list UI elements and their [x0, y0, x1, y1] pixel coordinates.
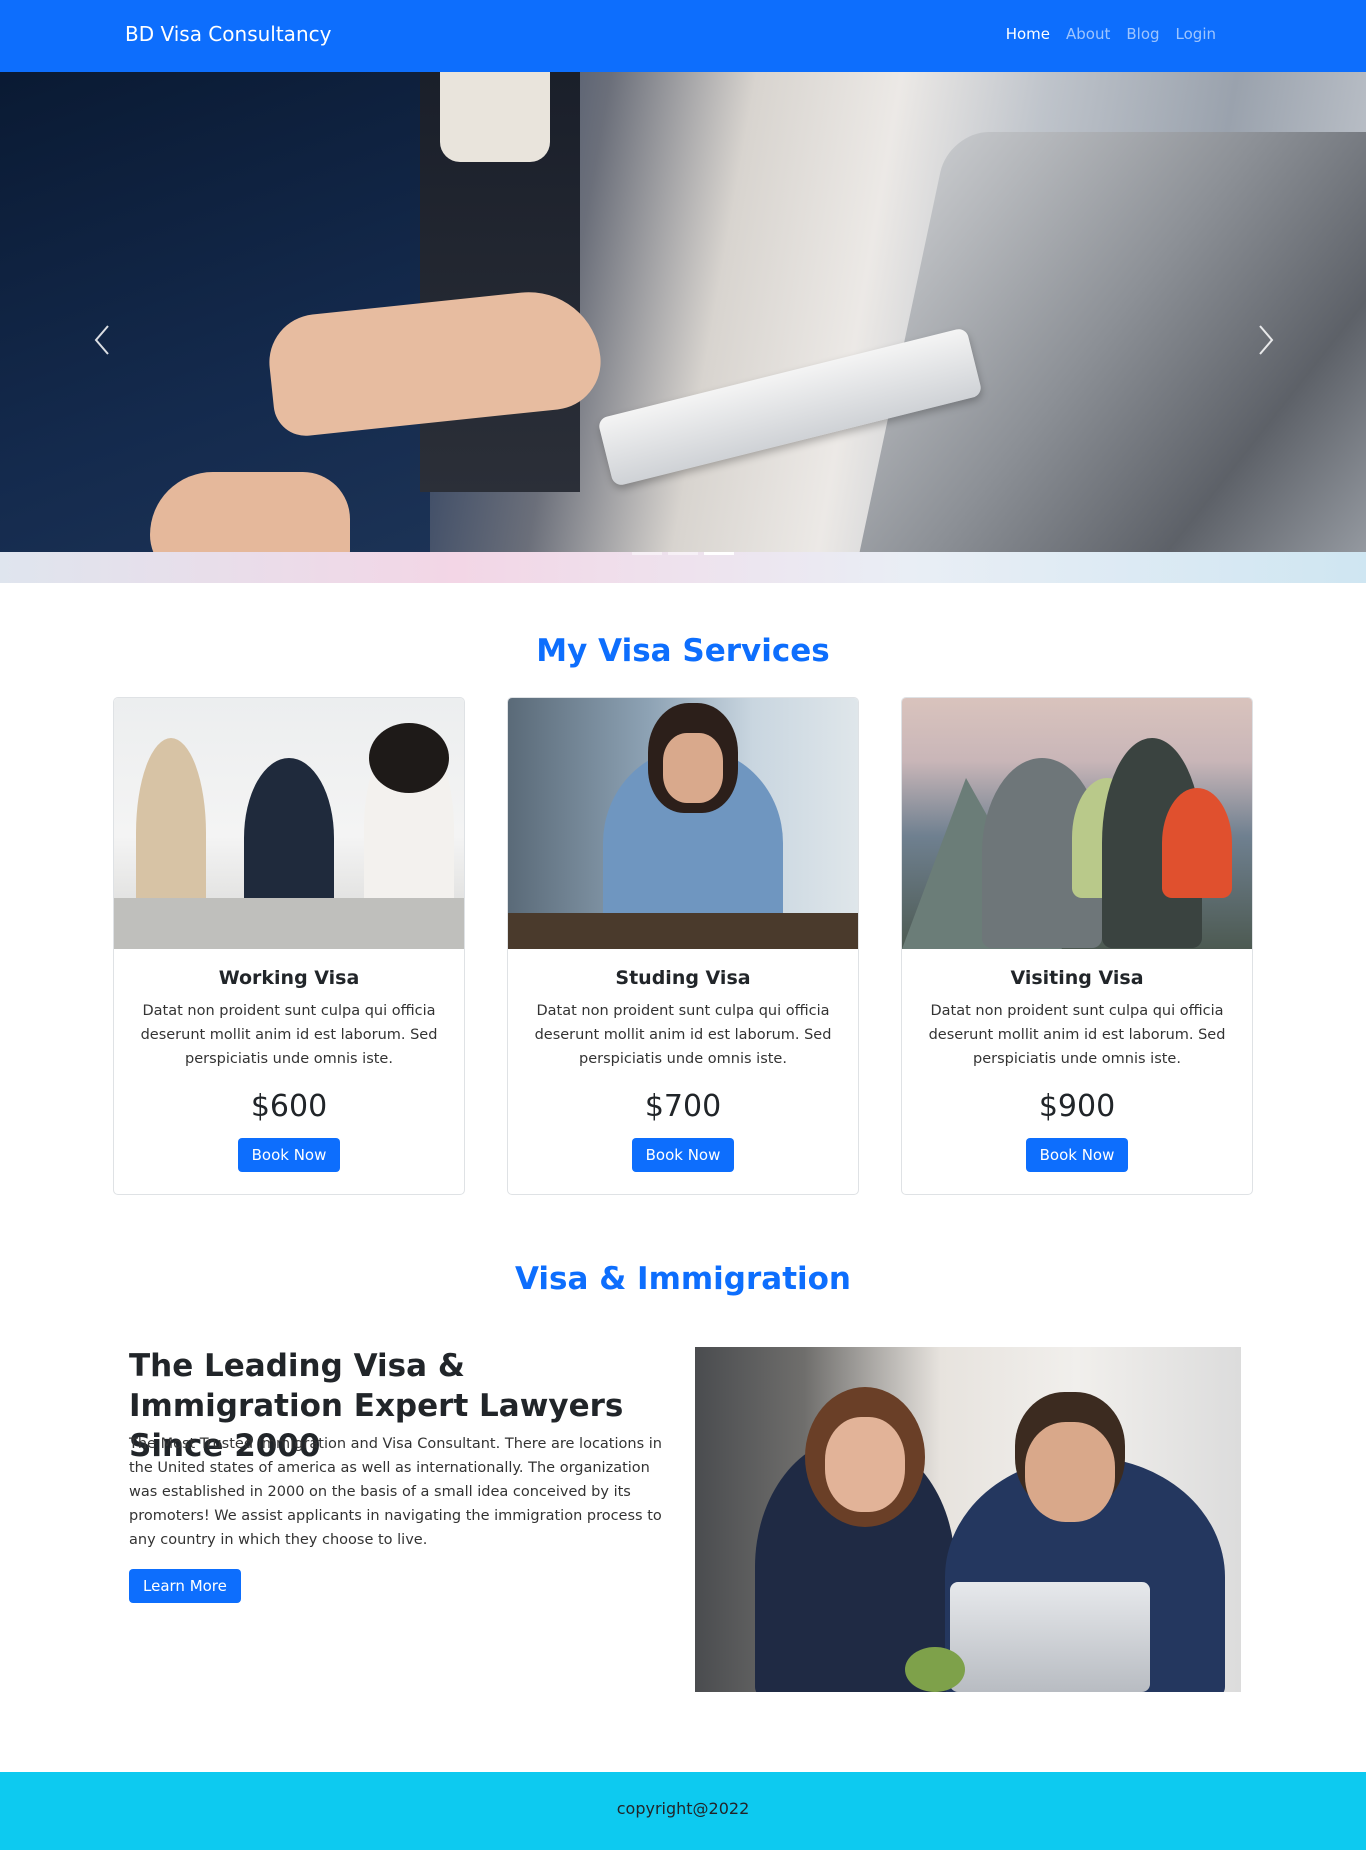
book-now-button[interactable]: Book Now [631, 1138, 735, 1172]
hero-carousel [0, 72, 1366, 583]
services-title: My Visa Services [536, 633, 830, 669]
card-price: $600 [250, 1089, 328, 1124]
nav-links: Home About Blog Login [1006, 25, 1216, 43]
nav-link-blog[interactable]: Blog [1126, 25, 1159, 43]
hero-image-shirt [440, 72, 550, 162]
card-price: $900 [1038, 1089, 1116, 1124]
visiting-visa-image [902, 698, 1252, 949]
carousel-indicator-2[interactable] [668, 552, 698, 555]
working-visa-image [114, 698, 464, 949]
chevron-right-icon [1259, 325, 1274, 355]
card-text: Datat non proident sunt culpa qui offici… [534, 1003, 832, 1067]
carousel-prev-button[interactable] [88, 320, 118, 360]
service-card-working: Working Visa Datat non proident sunt cul… [113, 697, 465, 1195]
studying-visa-image [508, 698, 858, 949]
nav-link-login[interactable]: Login [1176, 25, 1216, 43]
learn-more-button[interactable]: Learn More [129, 1569, 241, 1603]
hero-image-desk [0, 552, 1366, 583]
service-card-visiting: Visiting Visa Datat non proident sunt cu… [901, 697, 1253, 1195]
carousel-indicator-1[interactable] [632, 552, 662, 555]
card-title: Visiting Visa [1010, 967, 1144, 989]
nav-link-home[interactable]: Home [1006, 25, 1050, 43]
immigration-title: Visa & Immigration [514, 1261, 852, 1297]
book-now-button[interactable]: Book Now [237, 1138, 341, 1172]
copyright-text: copyright@2022 [616, 1799, 750, 1818]
card-price: $700 [644, 1089, 722, 1124]
footer: copyright@2022 [0, 1772, 1366, 1850]
carousel-indicators [632, 552, 734, 555]
card-title: Working Visa [218, 967, 360, 989]
consultation-image [695, 1347, 1241, 1692]
carousel-indicator-3[interactable] [704, 552, 734, 555]
card-text: Datat non proident sunt culpa qui offici… [928, 1003, 1226, 1067]
lead-text: The Most Trusted Immigration and Visa Co… [129, 1436, 662, 1548]
service-card-studying: Studing Visa Datat non proident sunt cul… [507, 697, 859, 1195]
carousel-next-button[interactable] [1250, 320, 1280, 360]
card-text: Datat non proident sunt culpa qui offici… [140, 1003, 438, 1067]
card-title: Studing Visa [615, 967, 751, 989]
chevron-left-icon [94, 325, 109, 355]
nav-link-about[interactable]: About [1066, 25, 1110, 43]
brand-link[interactable]: BD Visa Consultancy [125, 22, 331, 46]
navbar: BD Visa Consultancy Home About Blog Logi… [0, 0, 1366, 72]
book-now-button[interactable]: Book Now [1025, 1138, 1129, 1172]
